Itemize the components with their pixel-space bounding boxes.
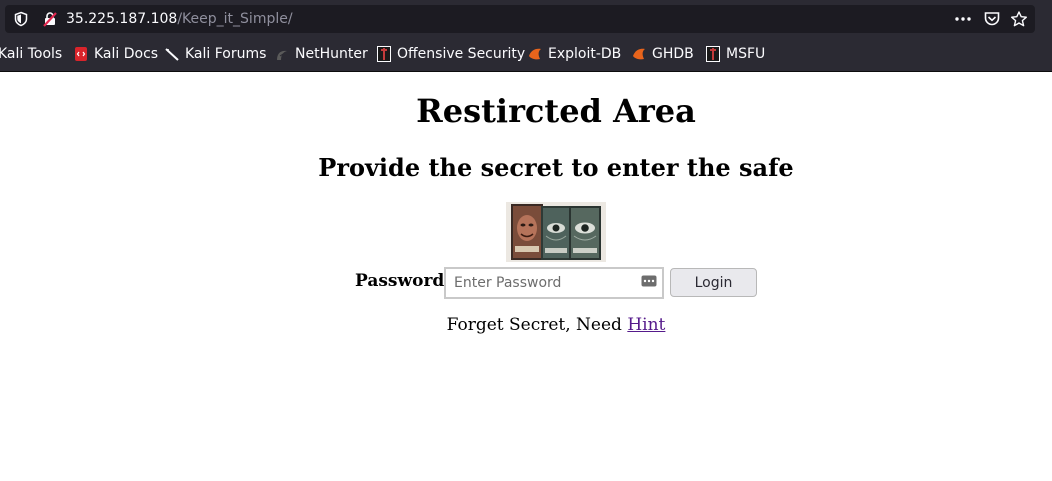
address-bar[interactable]: 35.225.187.108/Keep_it_Simple/: [5, 5, 1035, 33]
pocket-icon[interactable]: [983, 11, 1001, 27]
browser-chrome: 35.225.187.108/Keep_it_Simple/ Kali Tool…: [0, 0, 1052, 72]
kali-forums-icon: [165, 48, 179, 61]
password-label: Password: [355, 271, 445, 291]
shield-icon[interactable]: [13, 11, 29, 27]
page-title: Restircted Area: [416, 92, 696, 130]
bookmark-label: GHDB: [652, 46, 694, 62]
url-host: 35.225.187.108: [66, 11, 178, 27]
bookmark-label: MSFU: [726, 46, 766, 62]
bookmark-label: Kali Forums: [185, 46, 267, 62]
bookmarks-toolbar: Kali Tools Kali Docs Kali Forums NetHunt…: [0, 42, 1052, 66]
bookmark-label: Exploit-DB: [548, 46, 622, 62]
url-path: /Keep_it_Simple/: [177, 11, 293, 27]
page-content: Restircted Area Provide the secret to en…: [0, 72, 1052, 481]
bookmark-kali-forums[interactable]: Kali Forums: [164, 42, 266, 66]
bookmark-label: Kali Docs: [94, 46, 159, 62]
url-text[interactable]: 35.225.187.108/Keep_it_Simple/: [66, 11, 293, 27]
bookmark-msfu[interactable]: MSFU: [705, 42, 765, 66]
hint-link[interactable]: Hint: [627, 315, 665, 335]
bookmark-label: Kali Tools: [0, 46, 63, 62]
bookmark-star-icon[interactable]: [1010, 11, 1028, 27]
login-button[interactable]: Login: [670, 268, 757, 297]
more-actions-icon[interactable]: [954, 11, 972, 27]
bookmark-kali-tools[interactable]: Kali Tools: [0, 42, 62, 66]
page-subtitle: Provide the secret to enter the safe: [318, 153, 794, 182]
bookmark-exploit-db[interactable]: Exploit-DB: [527, 42, 621, 66]
bookmark-kali-docs[interactable]: Kali Docs: [73, 42, 158, 66]
hint-line: Forget Secret, Need Hint: [0, 315, 1052, 335]
insecure-lock-icon[interactable]: [42, 11, 58, 27]
bookmark-ghdb[interactable]: GHDB: [631, 42, 694, 66]
hint-text: Forget Secret, Need: [446, 315, 628, 335]
password-input[interactable]: [444, 267, 664, 299]
exploitdb-icon: [529, 48, 541, 60]
tarot-cards-image: [506, 202, 606, 262]
msfu-icon: [706, 46, 720, 62]
kali-docs-icon: [75, 47, 87, 61]
offsec-icon: [377, 46, 391, 62]
ghdb-icon: [633, 48, 645, 60]
bookmark-label: Offensive Security: [397, 46, 526, 62]
bookmark-offensive-security[interactable]: Offensive Security: [376, 42, 525, 66]
nethunter-icon: [277, 50, 287, 60]
bookmark-label: NetHunter: [295, 46, 368, 62]
password-manager-icon[interactable]: [641, 275, 657, 287]
bookmark-nethunter[interactable]: NetHunter: [274, 42, 368, 66]
